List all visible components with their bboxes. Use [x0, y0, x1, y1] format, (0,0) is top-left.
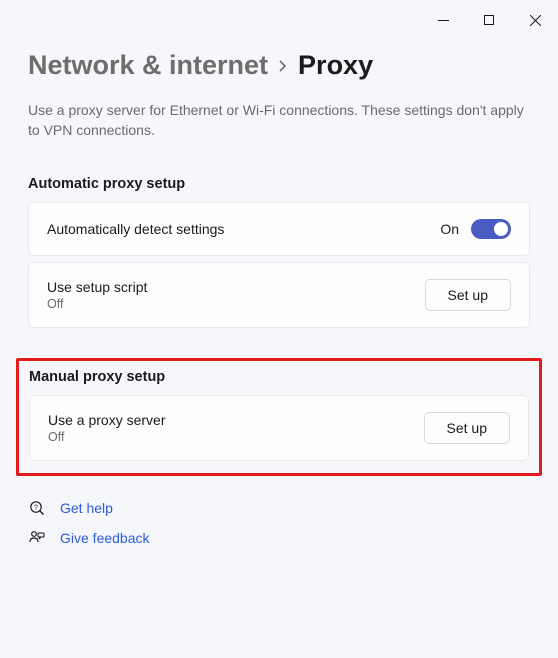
window-titlebar	[0, 0, 558, 32]
manual-section-highlight: Manual proxy setup Use a proxy server Of…	[16, 358, 542, 476]
help-links: ? Get help Give feedback	[28, 500, 530, 546]
auto-detect-toggle[interactable]	[471, 219, 511, 239]
close-button[interactable]	[512, 8, 558, 32]
breadcrumb-current: Proxy	[298, 50, 373, 81]
breadcrumb-parent[interactable]: Network & internet	[28, 50, 268, 81]
auto-detect-card: Automatically detect settings On	[28, 202, 530, 256]
proxy-server-label: Use a proxy server	[48, 412, 165, 428]
chevron-right-icon	[278, 59, 288, 73]
auto-detect-state: On	[440, 221, 459, 237]
proxy-server-state: Off	[48, 430, 165, 444]
get-help-label: Get help	[60, 500, 113, 516]
breadcrumb: Network & internet Proxy	[28, 50, 530, 81]
help-icon: ?	[28, 500, 46, 516]
setup-script-button[interactable]: Set up	[425, 279, 511, 311]
svg-text:?: ?	[34, 505, 38, 512]
page-description: Use a proxy server for Ethernet or Wi-Fi…	[28, 101, 530, 140]
minimize-button[interactable]	[420, 8, 466, 32]
proxy-server-setup-button[interactable]: Set up	[424, 412, 510, 444]
get-help-link[interactable]: ? Get help	[28, 500, 530, 516]
maximize-button[interactable]	[466, 8, 512, 32]
proxy-server-card: Use a proxy server Off Set up	[29, 395, 529, 461]
auto-section-title: Automatic proxy setup	[28, 176, 530, 192]
setup-script-label: Use setup script	[47, 279, 147, 295]
setup-script-state: Off	[47, 297, 147, 311]
give-feedback-label: Give feedback	[60, 530, 150, 546]
auto-detect-label: Automatically detect settings	[47, 221, 224, 237]
give-feedback-link[interactable]: Give feedback	[28, 530, 530, 546]
feedback-icon	[28, 530, 46, 546]
setup-script-card: Use setup script Off Set up	[28, 262, 530, 328]
manual-section-title: Manual proxy setup	[29, 369, 529, 385]
